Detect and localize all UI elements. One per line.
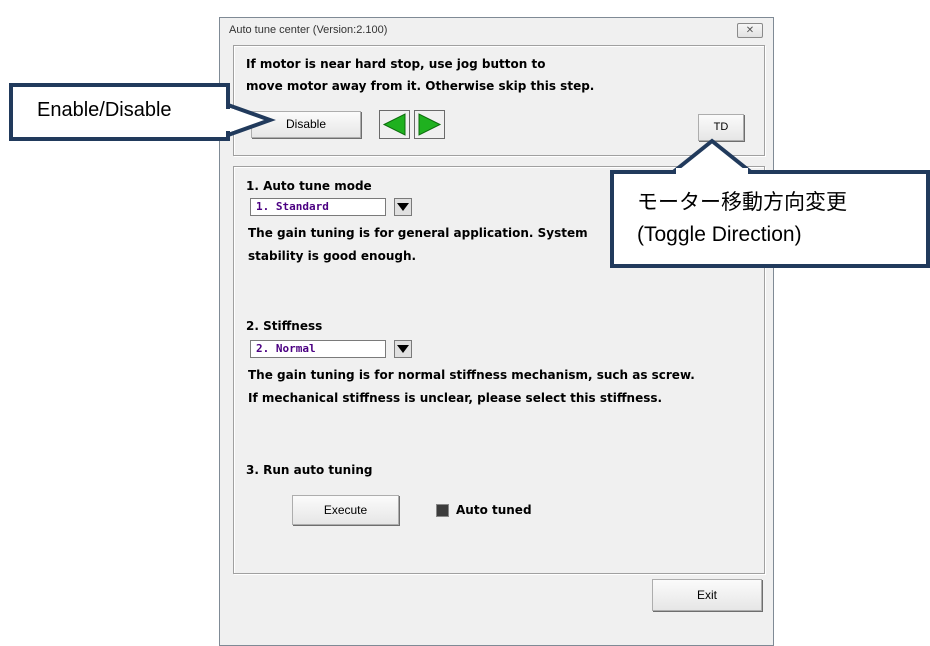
callout-pointer-joins xyxy=(224,109,748,178)
